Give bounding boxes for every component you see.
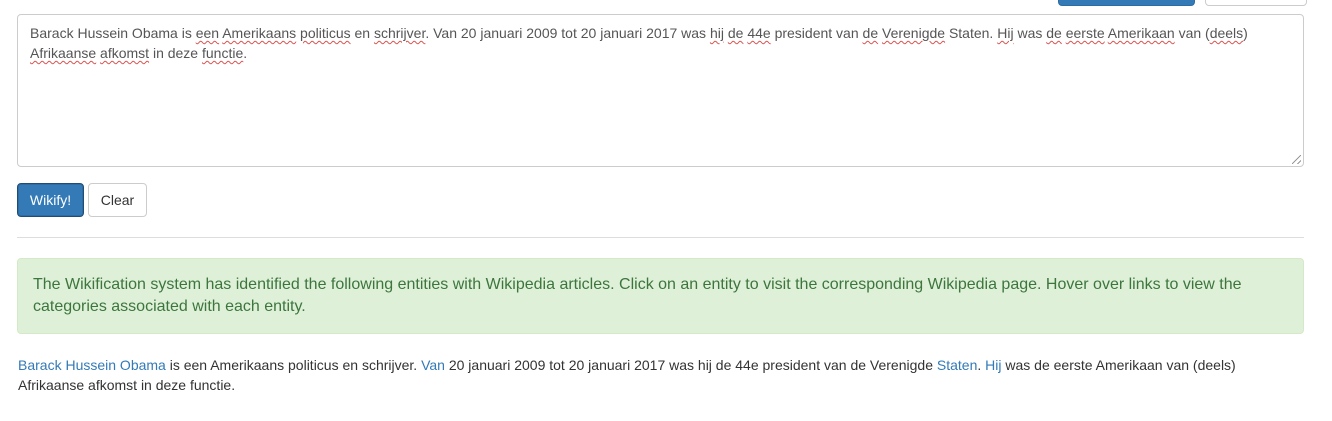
entity-link[interactable]: Staten: [937, 357, 977, 373]
misspelled-word: 44e: [747, 25, 771, 41]
misspelled-word: Hij: [997, 25, 1014, 41]
result-text-span: was de eerste Amerikaan van (deels): [1001, 357, 1236, 373]
success-alert: The Wikification system has identified t…: [17, 258, 1304, 334]
resize-handle[interactable]: [1292, 155, 1301, 164]
clear-button[interactable]: Clear: [88, 183, 147, 217]
result-text-span: Afrikaanse afkomst in deze functie.: [18, 377, 236, 393]
misspelled-word: hij: [709, 25, 724, 41]
misspelled-word: functie: [202, 45, 244, 61]
misspelled-word: politicus: [300, 25, 351, 41]
misspelled-word: de: [1046, 25, 1062, 41]
wikify-button[interactable]: Wikify!: [17, 183, 84, 217]
editor-text-span: in deze: [149, 45, 202, 61]
misspelled-word: Amerikaans: [222, 25, 297, 41]
misspelled-word: de: [862, 25, 879, 41]
editor-text-span: . Van 20 januari 2009 tot 20 januari 201…: [425, 25, 710, 41]
entity-link[interactable]: Van: [421, 357, 445, 373]
entity-link[interactable]: Hij: [985, 357, 1001, 373]
top-secondary-button[interactable]: [1205, 0, 1307, 6]
result-text-span: .: [977, 357, 986, 373]
misspelled-word: Afrikaanse: [30, 45, 97, 61]
alert-message: The Wikification system has identified t…: [33, 276, 1242, 315]
editor-text-span: en: [350, 25, 374, 41]
misspelled-word: Verenigde: [882, 25, 946, 41]
result-text-span: is een Amerikaans politicus en schrijver…: [165, 357, 422, 373]
input-textarea[interactable]: Barack Hussein Obama is een Amerikaans p…: [17, 14, 1304, 167]
editor-text-span: Staten.: [945, 25, 998, 41]
misspelled-word: afkomst: [100, 45, 150, 61]
top-primary-button[interactable]: [1058, 0, 1195, 6]
editor-text-span: ): [1243, 25, 1248, 41]
editor-text-span: was: [1013, 25, 1047, 41]
misspelled-word: Amerikaan: [1107, 25, 1175, 41]
misspelled-word: een: [195, 25, 220, 41]
result-text-span: 20 januari 2009 tot 20 januari 2017 was …: [444, 357, 937, 373]
editor-text-span: van (: [1174, 25, 1210, 41]
entity-link[interactable]: Barack Hussein Obama: [18, 357, 166, 373]
misspelled-word: deels: [1209, 25, 1244, 41]
misspelled-word: eerste: [1065, 25, 1105, 41]
divider: [17, 237, 1304, 238]
editor-text-span: Barack Hussein Obama is: [30, 25, 196, 41]
misspelled-word: de: [727, 25, 744, 41]
input-text: Barack Hussein Obama is een Amerikaans p…: [30, 23, 1291, 63]
editor-text-span: president van: [770, 25, 863, 41]
wikified-result: Barack Hussein Obama is een Amerikaans p…: [18, 355, 1298, 395]
misspelled-word: schrijver: [373, 25, 426, 41]
editor-text-span: .: [243, 45, 248, 61]
